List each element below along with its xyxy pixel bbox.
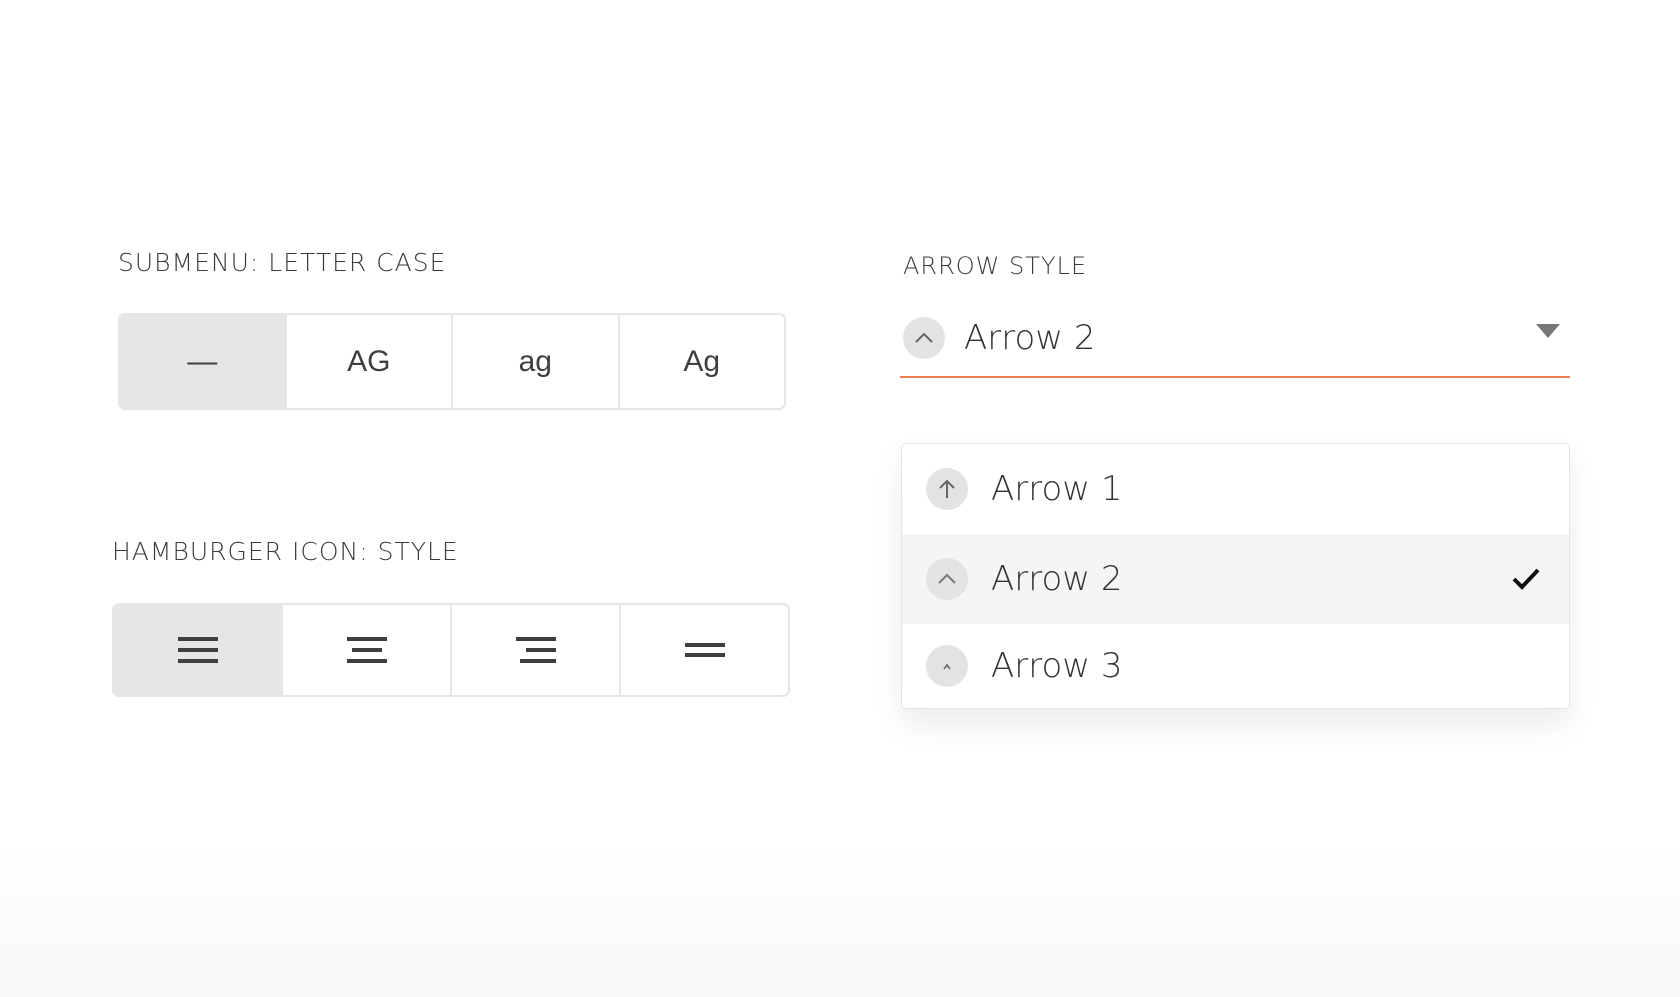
arrow-style-dropdown: Arrow 1 Arrow 2 Arrow 3 xyxy=(901,443,1570,709)
arrow-option-label: Arrow 1 xyxy=(991,469,1123,509)
arrow-style-select[interactable]: Arrow 2 xyxy=(900,300,1570,378)
letter-case-option-capitalize[interactable]: Ag xyxy=(620,315,785,408)
chevron-up-icon xyxy=(903,317,945,359)
caret-down-icon[interactable] xyxy=(1536,324,1560,338)
arrow-option-2[interactable]: Arrow 2 xyxy=(902,534,1569,624)
hamburger-style-control xyxy=(112,603,790,697)
chevron-up-icon xyxy=(926,558,968,600)
two-line-icon xyxy=(684,643,725,657)
hamburger-option-right[interactable] xyxy=(452,605,621,695)
hamburger-option-full[interactable] xyxy=(114,605,283,695)
settings-panel: SUBMENU: LETTER CASE — AG ag Ag HAMBURGE… xyxy=(0,0,1680,997)
arrow-style-label: ARROW STYLE xyxy=(903,252,1088,280)
small-chevron-up-icon xyxy=(926,645,968,687)
hamburger-centered-icon xyxy=(346,637,387,663)
letter-case-option-lowercase[interactable]: ag xyxy=(453,315,620,408)
arrow-option-label: Arrow 2 xyxy=(991,559,1123,599)
arrow-option-3[interactable]: Arrow 3 xyxy=(902,624,1569,708)
checkmark-icon xyxy=(1512,568,1540,590)
hamburger-option-centered[interactable] xyxy=(283,605,452,695)
letter-case-option-none[interactable]: — xyxy=(120,315,287,408)
arrow-option-label: Arrow 3 xyxy=(991,646,1123,686)
hamburger-right-aligned-icon xyxy=(515,637,556,663)
arrow-style-selected-value: Arrow 2 xyxy=(964,318,1096,358)
hamburger-style-label: HAMBURGER ICON: STYLE xyxy=(112,537,459,566)
letter-case-control: — AG ag Ag xyxy=(118,313,786,410)
hamburger-option-two-line[interactable] xyxy=(621,605,788,695)
arrow-option-1[interactable]: Arrow 1 xyxy=(902,444,1569,534)
letter-case-option-uppercase[interactable]: AG xyxy=(287,315,453,408)
hamburger-full-icon xyxy=(177,637,218,663)
letter-case-label: SUBMENU: LETTER CASE xyxy=(118,248,447,277)
arrow-up-icon xyxy=(926,468,968,510)
